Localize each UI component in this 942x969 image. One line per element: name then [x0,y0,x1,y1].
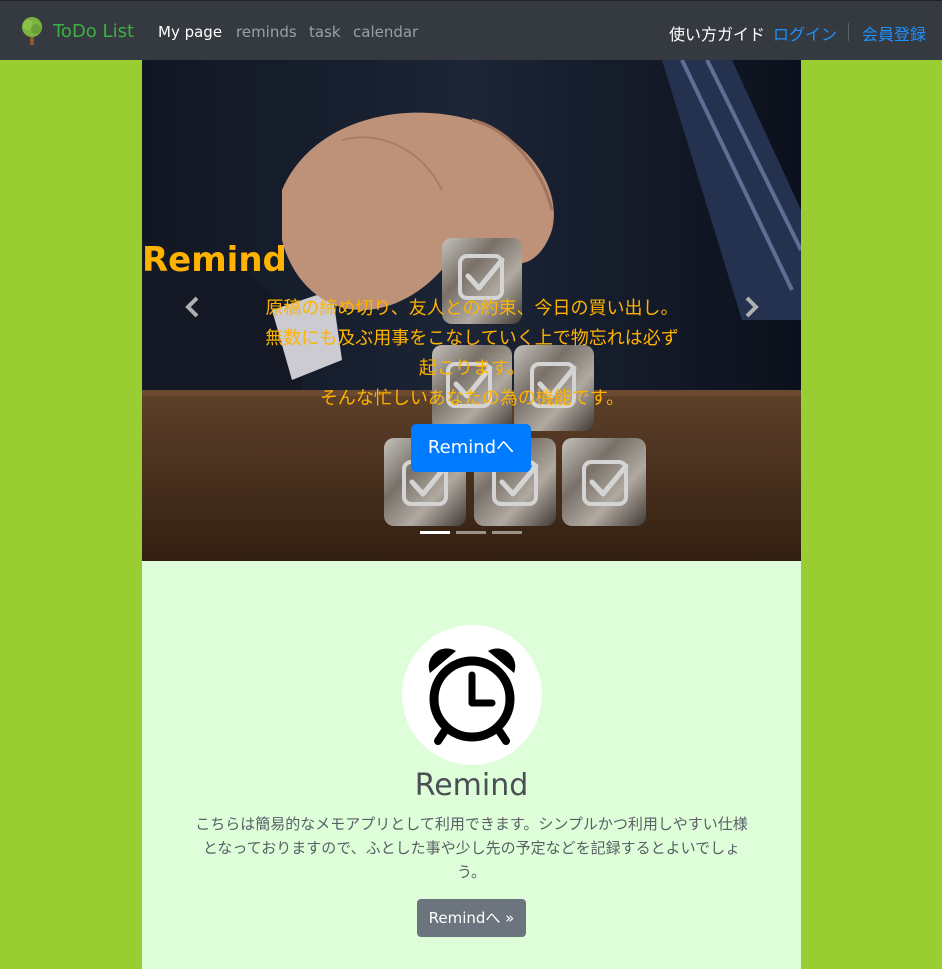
alarm-clock-badge [402,625,542,765]
nav-my-page[interactable]: My page [158,23,222,41]
register-link[interactable]: 会員登録 [862,21,926,45]
brand-link[interactable]: ToDo List [18,16,134,46]
chevron-left-icon [185,296,199,318]
caption-line: 無数にも及ぶ用事をこなしていく上で物忘れは必ず [265,328,679,349]
caption-line: 起こります。 [418,358,526,379]
carousel-indicator-3[interactable] [492,531,522,534]
carousel-indicator-1[interactable] [420,531,450,534]
remind-feature-section: Remind こちらは簡易的なメモアプリとして利用できます。シンプルかつ利用しや… [142,561,801,969]
brand-text: ToDo List [53,20,135,42]
nav-calendar[interactable]: calendar [353,23,418,41]
description-line: こちらは簡易的なメモアプリとして利用できます。シンプルかつ利用しやすい仕様 [195,815,748,833]
carousel-indicators [420,531,522,534]
usage-guide-text: 使い方ガイド [669,25,766,44]
alarm-clock-icon [428,648,516,745]
nav-task[interactable]: task [309,23,341,41]
description-line: となっておりますので、ふとした事や少し先の予定などを記録するとよいでしょ [202,839,741,857]
carousel-next-control[interactable] [736,292,766,322]
caption-line: 原稿の締め切り、友人との約束、今日の買い出し。 [265,298,679,319]
top-navbar: ToDo List My page reminds task calendar … [0,0,942,60]
carousel-prev-control[interactable] [178,292,208,322]
chevron-right-icon [745,296,759,318]
tree-logo-icon [22,17,42,45]
carousel-caption-text: 原稿の締め切り、友人との約束、今日の買い出し。 無数にも及ぶ用事をこなしていく上… [232,294,712,414]
login-link[interactable]: ログイン [773,21,837,45]
carousel-indicator-2[interactable] [456,531,486,534]
nav-divider [848,23,849,41]
feature-description: こちらは簡易的なメモアプリとして利用できます。シンプルかつ利用しやすい仕様 とな… [172,812,771,884]
description-line: う。 [456,863,487,881]
carousel-caption-title: Remind [142,240,287,280]
caption-line: そんな忙しいあなたの為の機能です。 [319,388,625,409]
nav-reminds[interactable]: reminds [236,23,297,41]
feature-title: Remind [414,768,529,803]
feature-remind-button[interactable]: Remindへ » [417,899,526,937]
hero-carousel: Remind 原稿の締め切り、友人との約束、今日の買い出し。 無数にも及ぶ用事を… [142,60,801,561]
carousel-remind-button[interactable]: Remindへ [411,424,531,472]
